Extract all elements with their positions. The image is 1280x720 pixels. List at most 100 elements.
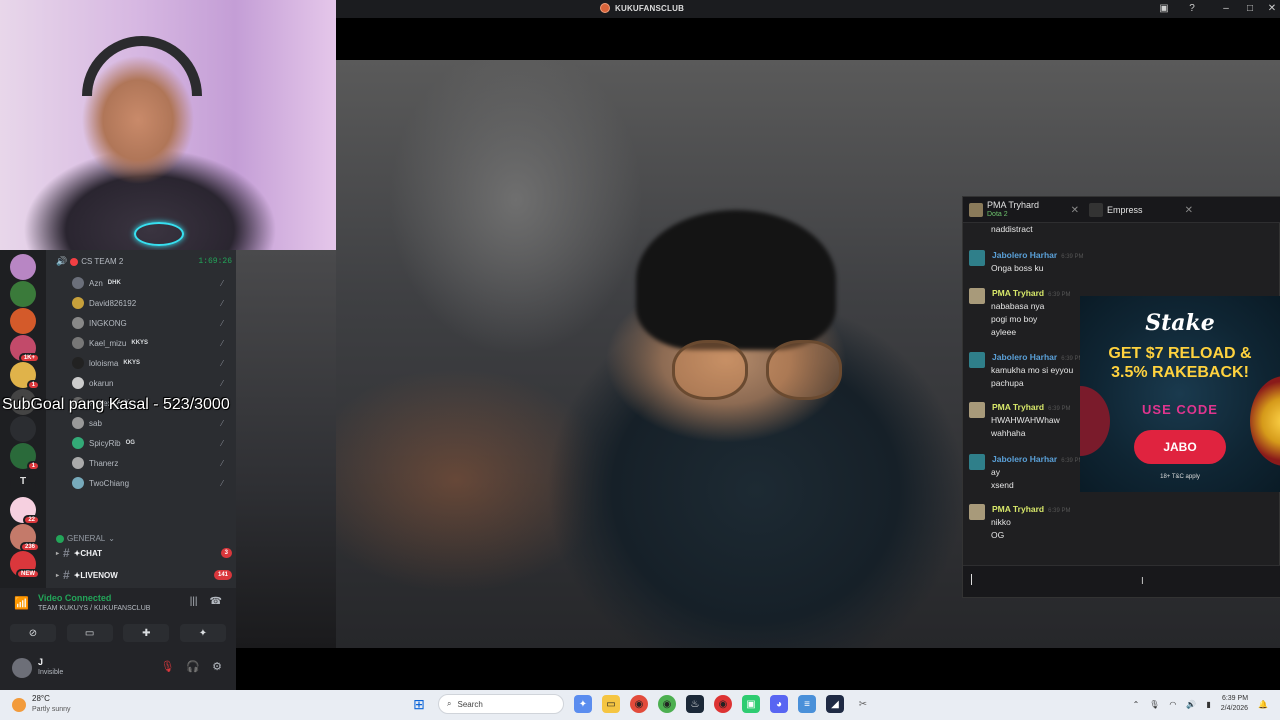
steam-icon[interactable]: ♨: [686, 695, 704, 713]
close-button[interactable]: ✕: [1264, 2, 1280, 16]
window-title: KUKUFANSCLUB: [600, 3, 684, 13]
volume-icon[interactable]: 🔊: [1186, 700, 1196, 709]
voice-member[interactable]: okarun ⁄: [72, 374, 226, 392]
taskbar-apps: ⊞ ⌕ Search ✦ ▭ ◉ ◉ ♨ ◉ ▣ ◕ ≡ ◢ ✂: [410, 694, 872, 714]
muted-icon: ⁄: [221, 358, 226, 368]
voice-member[interactable]: sab ⁄: [72, 414, 226, 432]
clock[interactable]: 6:39 PM 2/4/2026: [1221, 694, 1248, 714]
channel-chat[interactable]: ▸ # ✦CHAT 3: [56, 544, 232, 562]
maximize-button[interactable]: □: [1242, 2, 1258, 16]
gear-icon[interactable]: ⚙: [212, 660, 222, 673]
notification-icon[interactable]: 🔔: [1258, 700, 1268, 709]
channel-livenow[interactable]: ▸ # ✦LIVENOW 141: [56, 566, 232, 584]
voice-member[interactable]: Kael_mizu KKYS ⁄: [72, 334, 226, 352]
screen-share-button[interactable]: ▭: [66, 624, 113, 642]
server-icon[interactable]: T: [10, 470, 36, 496]
member-tag: DHK: [107, 280, 121, 286]
stake-ad[interactable]: Stake GET $7 RELOAD & 3.5% RAKEBACK! USE…: [1080, 296, 1280, 492]
weather-widget[interactable]: 28°C Partly sunny: [12, 694, 71, 715]
chrome-icon[interactable]: ◉: [714, 695, 732, 713]
chat-input[interactable]: I: [963, 565, 1280, 597]
muted-icon: ⁄: [221, 318, 226, 328]
discord-panel: 1K+ 1 1 T 22 236 NEW 🔊 CS TEAM 2 1:69:26 Azn DH…: [0, 250, 236, 648]
server-icon[interactable]: 22: [10, 497, 40, 525]
avatar: [72, 337, 84, 349]
help-icon[interactable]: ?: [1184, 2, 1200, 16]
soundboard-button[interactable]: ✦: [179, 624, 226, 642]
app-icon[interactable]: ▣: [742, 695, 760, 713]
voice-channel-header[interactable]: 🔊 CS TEAM 2 1:69:26: [56, 256, 232, 267]
disconnect-icon[interactable]: ☎: [210, 596, 222, 607]
ad-brand: Stake: [1145, 310, 1215, 336]
server-icon[interactable]: [10, 416, 36, 442]
category-general[interactable]: GENERAL ⌄: [56, 534, 115, 543]
mic-muted-icon[interactable]: 🎙: [160, 660, 174, 673]
avatar[interactable]: [969, 288, 985, 304]
voice-member[interactable]: Thanerz ⁄: [72, 454, 226, 472]
avatar[interactable]: [969, 250, 985, 266]
voice-member[interactable]: David826192 ⁄: [72, 294, 226, 312]
server-badge: NEW: [16, 569, 40, 579]
voice-member[interactable]: INGKONG ⁄: [72, 314, 226, 332]
tab-pma-tryhard[interactable]: PMA Tryhard Dota 2 ✕: [969, 199, 1079, 221]
tab-sub: Dota 2: [987, 211, 1008, 218]
voice-member[interactable]: loloisma KKYS ⁄: [72, 354, 226, 372]
snipping-icon[interactable]: ✂: [854, 695, 872, 713]
message-text: naddistract: [991, 224, 1033, 234]
camera-off-button[interactable]: ⊘: [10, 624, 56, 642]
member-tag: KKYS: [123, 360, 141, 366]
chevron-up-icon[interactable]: ⌃: [1133, 700, 1140, 709]
file-explorer-icon[interactable]: ▭: [602, 695, 620, 713]
message-time: 6:39 PM: [1048, 292, 1071, 298]
avatar[interactable]: [12, 658, 32, 678]
wifi-icon[interactable]: ◠: [1169, 700, 1176, 709]
noise-suppression-icon[interactable]: |||: [190, 596, 198, 607]
notepad-icon[interactable]: ≡: [798, 695, 816, 713]
chrome-icon[interactable]: ◉: [658, 695, 676, 713]
avatar[interactable]: [969, 454, 985, 470]
server-icon[interactable]: 1: [10, 362, 40, 390]
subgoal-overlay: SubGoal pang Kasal - 523/3000: [2, 396, 230, 413]
weather-cond: Partly sunny: [32, 706, 71, 713]
voice-status[interactable]: Video Connected: [38, 593, 111, 603]
headphones-icon[interactable]: 🎧: [186, 660, 200, 673]
search-icon: ⌕: [447, 699, 452, 708]
avatar[interactable]: [969, 352, 985, 368]
chevron-right-icon: ▸: [56, 572, 60, 579]
member-name: okarun: [89, 378, 114, 388]
server-icon[interactable]: [10, 254, 36, 280]
ad-code-button[interactable]: JABO: [1134, 430, 1226, 464]
server-icon[interactable]: 1: [10, 443, 40, 471]
ad-fine-print: 18+ T&C apply: [1160, 474, 1200, 480]
clock-date: 2/4/2026: [1220, 705, 1249, 712]
avatar[interactable]: [969, 402, 985, 418]
chrome-icon[interactable]: ◉: [630, 695, 648, 713]
mic-icon[interactable]: 🎙: [1149, 700, 1159, 709]
app-icon[interactable]: ◢: [826, 695, 844, 713]
discord-icon[interactable]: ◕: [770, 695, 788, 713]
voice-actions: ⊘ ▭ ✚ ✦: [10, 624, 226, 642]
activities-button[interactable]: ✚: [123, 624, 170, 642]
copilot-icon[interactable]: ✦: [574, 695, 592, 713]
battery-icon[interactable]: ▮: [1206, 700, 1210, 709]
tab-empress[interactable]: Empress ✕: [1089, 199, 1193, 221]
close-tab-icon[interactable]: ✕: [1185, 205, 1193, 216]
close-tab-icon[interactable]: ✕: [1071, 205, 1079, 216]
server-icon[interactable]: 236: [10, 524, 40, 552]
screen-share-icon[interactable]: ▣: [1156, 2, 1172, 16]
minimize-button[interactable]: –: [1218, 2, 1234, 16]
voice-location[interactable]: TEAM KUKUYS / KUKUFANSCLUB: [38, 605, 150, 612]
avatar[interactable]: [969, 504, 985, 520]
chevron-down-icon: ⌄: [108, 534, 115, 543]
voice-member[interactable]: Azn DHK ⁄: [72, 274, 226, 292]
tab-label: Empress: [1107, 205, 1143, 215]
member-name: Azn: [89, 278, 103, 288]
voice-member[interactable]: SpicyRib OG ⁄: [72, 434, 226, 452]
search-input[interactable]: ⌕ Search: [438, 694, 564, 714]
server-icon[interactable]: 1K+: [10, 335, 40, 363]
server-icon[interactable]: NEW: [10, 551, 40, 579]
server-icon[interactable]: [10, 308, 36, 334]
windows-start-icon[interactable]: ⊞: [410, 695, 428, 713]
voice-member[interactable]: TwoChiang ⁄: [72, 474, 226, 492]
server-icon[interactable]: [10, 281, 36, 307]
